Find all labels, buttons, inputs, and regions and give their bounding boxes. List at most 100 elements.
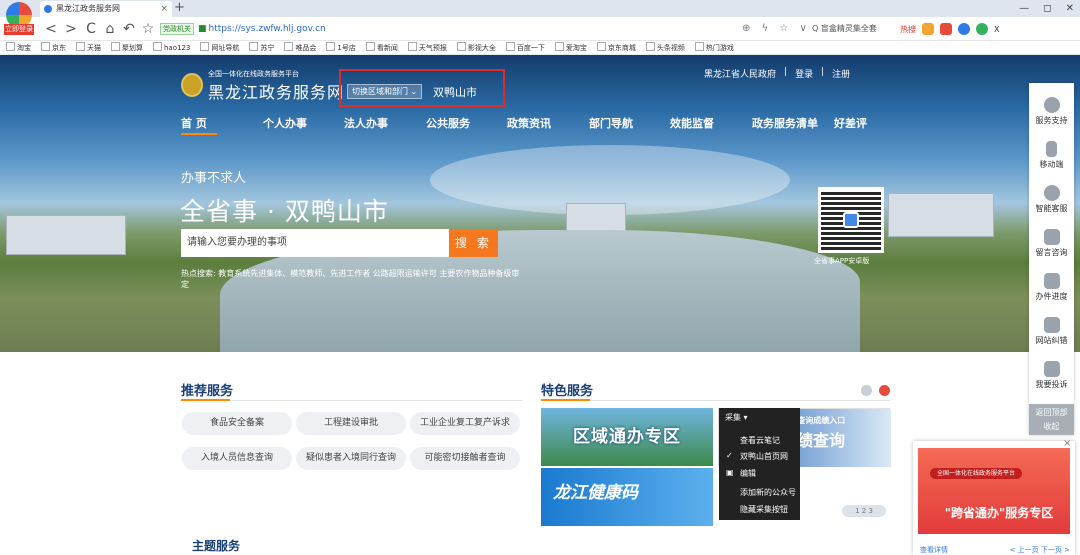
hot-search-text[interactable]: 热点搜索: 教育系统先进集体、模范教师、先进工作者 公路超限运输许可 主要农作物… [181, 268, 521, 290]
favorite-star-icon[interactable]: ☆ [139, 19, 157, 39]
bookmark-item[interactable]: 百度一下 [506, 41, 545, 54]
hero-search-button[interactable]: 搜 索 [449, 229, 498, 257]
featured-tile-health-code[interactable]: 龙江健康码 [541, 468, 713, 526]
login-badge[interactable]: 立即登录 [4, 24, 34, 35]
monitor-icon [1043, 317, 1060, 333]
game-icon[interactable] [940, 23, 952, 35]
menu-item-edit[interactable]: 编辑 [740, 468, 756, 479]
prev-arrow-icon[interactable] [861, 385, 872, 396]
search-icon: Q [812, 24, 819, 33]
recommend-item[interactable]: 食品安全备案 [182, 412, 292, 435]
cut-tool-icon[interactable]: X [994, 25, 999, 34]
address-bar-icons[interactable]: ⊕ ϟ ☆ ∨ [742, 20, 811, 38]
new-tab-button[interactable]: + [174, 0, 185, 16]
menu-item-add-account[interactable]: 添加新的公众号 [740, 487, 796, 498]
bookmark-item[interactable]: 唯品会 [284, 41, 316, 54]
browser-search-box[interactable]: Q 盲盒精灵集全套 [812, 20, 896, 38]
browser-tab[interactable]: 黑龙江政务服务网 × [40, 1, 172, 17]
menu-item-homepage[interactable]: 双鸭山首页网 [740, 451, 788, 462]
menu-item-hide[interactable]: 隐藏采集按钮 [740, 504, 788, 515]
login-link[interactable]: 登录 [795, 67, 813, 80]
rail-message[interactable]: 留言咨询 [1029, 229, 1074, 258]
nav-corporate[interactable]: 法人办事 [344, 115, 426, 131]
province-gov-link[interactable]: 黑龙江省人民政府 [704, 67, 776, 80]
recommend-item[interactable]: 工业企业复工复产诉求 [410, 412, 520, 435]
bookmark-item[interactable]: 1号店 [326, 41, 355, 54]
bookmark-item[interactable]: 爱淘宝 [555, 41, 587, 54]
hero-banner: 全国一体化在线政务服务平台 黑龙江政务服务网 切换区域和部门 ⌄ 双鸭山市 黑龙… [0, 55, 1080, 352]
hot-search-button[interactable]: 热搜 [900, 24, 916, 35]
bookmark-item[interactable]: 影视大全 [457, 41, 496, 54]
rail-support[interactable]: 服务支持 [1029, 97, 1074, 126]
menu-item-notes[interactable]: 查看云笔记 [740, 435, 780, 446]
promo-more-link[interactable]: 查看详情 [920, 545, 948, 555]
reload-button[interactable]: C [82, 19, 100, 39]
nav-home[interactable]: 首 页 [181, 115, 263, 131]
bookmark-item[interactable]: 天气预报 [408, 41, 447, 54]
nav-personal[interactable]: 个人办事 [263, 115, 344, 131]
bookmark-item[interactable]: 聚划算 [111, 41, 143, 54]
hero-search-input[interactable]: 请输入您要办理的事项 [181, 229, 449, 257]
region-switch-button[interactable]: 切换区域和部门 ⌄ [347, 84, 423, 99]
recommend-rule [230, 400, 523, 401]
collect-header[interactable]: 采集 ▾ [725, 412, 748, 423]
close-tab-icon[interactable]: × [160, 1, 168, 17]
nav-policy[interactable]: 政策资讯 [507, 115, 589, 131]
bookmark-item[interactable]: 网址导航 [200, 41, 239, 54]
search-box-text: 盲盒精灵集全套 [820, 24, 877, 33]
collapse-label[interactable]: 收起 [1029, 420, 1074, 434]
featured-rule [590, 400, 890, 401]
qr-label[interactable]: 全省事APP安卓版 [814, 256, 869, 266]
bookmark-item[interactable]: 京东 [41, 41, 66, 54]
bookmark-item[interactable]: 热门游戏 [695, 41, 734, 54]
nav-department[interactable]: 部门导航 [589, 115, 670, 131]
nav-evaluation[interactable]: 好差评 [834, 115, 884, 131]
website: 全国一体化在线政务服务平台 黑龙江政务服务网 切换区域和部门 ⌄ 双鸭山市 黑龙… [0, 55, 1080, 555]
recommend-item[interactable]: 疑似患者入境同行查询 [296, 447, 406, 470]
nav-service-list[interactable]: 政务服务清单 [752, 115, 834, 131]
nav-public-service[interactable]: 公共服务 [426, 115, 507, 131]
carousel-pager[interactable]: 1 2 3 [842, 505, 886, 517]
forward-button[interactable]: > [62, 19, 80, 39]
rail-back-top[interactable]: 返回顶部 收起 [1029, 404, 1074, 435]
rail-mobile[interactable]: 移动端 [1029, 141, 1074, 170]
url-text: https://sys.zwfw.hlj.gov.cn [208, 24, 326, 34]
address-bar[interactable]: 党政机关 ■ https://sys.zwfw.hlj.gov.cn [160, 20, 815, 38]
rail-chatbot[interactable]: 智能客服 [1029, 185, 1074, 214]
hero-buildings-left [6, 215, 126, 255]
bookmark-item[interactable]: 淘宝 [6, 41, 31, 54]
bookmark-item[interactable]: hao123 [153, 41, 190, 54]
rail-correction[interactable]: 网站纠错 [1029, 317, 1074, 346]
rail-progress[interactable]: 办件进度 [1029, 273, 1074, 302]
progress-icon [1043, 273, 1060, 289]
account-icon[interactable] [958, 23, 970, 35]
promo-popup[interactable]: × 全国一体化在线政务服务平台 "跨省通办"服务专区 查看详情 < 上一页 下一… [913, 438, 1075, 555]
featured-tile-region[interactable]: 区域通办专区 [541, 408, 713, 466]
bookmark-item[interactable]: 看新闻 [366, 41, 398, 54]
rail-complaint[interactable]: 我要投诉 [1029, 361, 1074, 390]
nav-supervision[interactable]: 效能监督 [670, 115, 752, 131]
window-minimize-button[interactable]: — [1019, 0, 1029, 17]
bookmark-item[interactable]: 京东商城 [597, 41, 636, 54]
window-maximize-button[interactable]: ◻ [1043, 0, 1051, 17]
window-close-button[interactable]: ✕ [1066, 0, 1074, 17]
recommend-item[interactable]: 入境人员信息查询 [182, 447, 292, 470]
next-arrow-icon[interactable] [879, 385, 890, 396]
bookmark-item[interactable]: 天猫 [76, 41, 101, 54]
apps-icon[interactable] [922, 23, 934, 35]
register-link[interactable]: 注册 [832, 67, 850, 80]
hero-title: 全省事 · 双鸭山市 [180, 197, 389, 226]
back-top-label[interactable]: 返回顶部 [1029, 406, 1074, 420]
recommend-item[interactable]: 工程建设审批 [296, 412, 406, 435]
promo-pager[interactable]: < 上一页 下一页 > [1010, 545, 1070, 555]
home-button[interactable]: ⌂ [101, 19, 119, 39]
national-emblem-icon [181, 73, 203, 97]
shield-icon[interactable] [976, 23, 988, 35]
site-brand[interactable]: 黑龙江政务服务网 [208, 79, 344, 103]
bookmark-item[interactable]: 头条视频 [646, 41, 685, 54]
bookmark-item[interactable]: 苏宁 [249, 41, 274, 54]
featured-underline [541, 399, 590, 401]
recommend-item[interactable]: 可能密切接触者查询 [410, 447, 520, 470]
back-button[interactable]: < [42, 19, 60, 39]
undo-close-button[interactable]: ↶ [120, 19, 138, 39]
